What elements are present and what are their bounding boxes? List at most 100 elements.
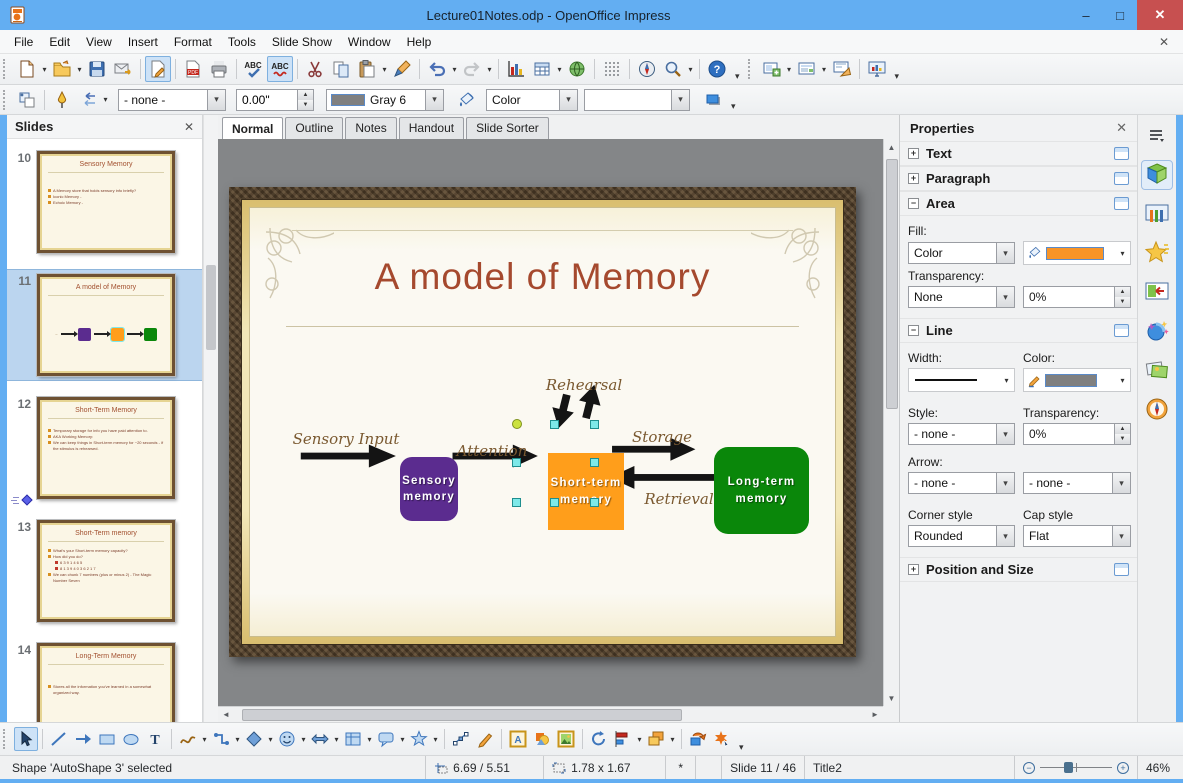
zoom-slider-thumb[interactable] [1064,762,1073,773]
open-icon[interactable] [49,56,75,82]
alignment-dropdown-icon[interactable]: ▾ [635,735,644,744]
vertical-scrollbar[interactable]: ▲ ▼ [883,139,899,706]
fill-paint-can-icon[interactable] [454,87,480,113]
fill-color-select[interactable]: ▾ [584,88,690,111]
minimize-icon[interactable]: – [1069,0,1103,30]
flowchart-icon[interactable] [341,727,365,751]
rotate-icon[interactable] [587,727,611,751]
print-icon[interactable] [206,56,232,82]
tab-outline[interactable]: Outline [285,117,344,139]
sidebar-slide-transition-icon[interactable] [1141,277,1173,307]
chevron-down-icon[interactable]: ▾ [996,526,1014,546]
toolbar-grip[interactable] [3,59,10,79]
line-transparency-spinner[interactable]: 0% ▲ ▼ [1023,423,1131,445]
alignment-icon[interactable] [611,727,635,751]
zoom-icon[interactable] [660,56,686,82]
curve-tool-icon[interactable] [176,727,200,751]
table-icon[interactable] [529,56,555,82]
slide-thumbnail-11-selected[interactable]: 11 A model of Memory ─ [7,269,202,381]
collapse-icon[interactable]: − [908,325,919,336]
fontwork-icon[interactable]: A [506,727,530,751]
dialog-launcher-icon[interactable] [1114,147,1129,160]
close-icon[interactable]: ✕ [1137,0,1183,30]
line-style-select[interactable]: - none - ▾ [908,423,1015,445]
slide-thumbnail-10[interactable]: 10 Sensory Memory A Memory store that ho… [7,147,202,257]
dialog-launcher-icon[interactable] [1114,563,1129,576]
shadow-icon[interactable] [700,87,726,113]
auto-spellcheck-icon[interactable]: ABC [267,56,293,82]
label-retrieval[interactable]: Retrieval [634,490,724,508]
document-close-icon[interactable]: ✕ [1151,35,1177,49]
fill-type-select[interactable]: Color ▾ [908,242,1015,264]
toolbar-grip[interactable] [3,729,10,749]
scrollbar-thumb[interactable] [242,708,682,721]
selection-handle[interactable] [590,420,599,429]
slide-thumbnail-13[interactable]: 13 Short-Term memory What's your Short-t… [7,516,202,626]
cut-icon[interactable] [302,56,328,82]
line-color-dropdown[interactable]: ▾ [1023,368,1131,392]
slides-scrollbar[interactable] [203,115,218,722]
menu-view[interactable]: View [78,32,120,52]
help-icon[interactable]: ? [704,56,730,82]
display-grid-icon[interactable] [599,56,625,82]
animation-effect-icon[interactable] [710,727,734,751]
menu-slideshow[interactable]: Slide Show [264,32,340,52]
select-tool-icon[interactable] [14,727,38,751]
expand-icon[interactable]: + [908,564,919,575]
arrow-end-select[interactable]: - none - ▾ [1023,472,1131,494]
arrange-icon[interactable] [644,727,668,751]
scroll-down-icon[interactable]: ▼ [884,690,900,706]
status-zoom-value[interactable]: 46% [1137,756,1183,779]
line-icon[interactable] [49,87,75,113]
scroll-left-icon[interactable]: ◄ [218,707,234,723]
save-icon[interactable] [84,56,110,82]
sidebar-master-pages-icon[interactable] [1141,199,1173,229]
fill-type-select[interactable]: Color ▾ [486,88,578,111]
line-color-select[interactable]: Gray 6 ▾ [326,88,444,111]
rectangle-tool-icon[interactable] [95,727,119,751]
sidebar-animation-effects-icon[interactable] [1141,316,1173,346]
chevron-down-icon[interactable]: ▾ [1118,376,1127,385]
open-dropdown-icon[interactable]: ▾ [75,65,84,74]
chevron-down-icon[interactable]: ▾ [207,89,225,110]
menu-insert[interactable]: Insert [120,32,166,52]
menu-format[interactable]: Format [166,32,220,52]
zoom-in-icon[interactable]: + [1117,761,1129,774]
chart-icon[interactable] [503,56,529,82]
email-icon[interactable] [110,56,136,82]
label-sensory-input[interactable]: Sensory Input [276,430,416,448]
line-tool-icon[interactable] [47,727,71,751]
hyperlink-icon[interactable] [564,56,590,82]
undo-dropdown-icon[interactable]: ▾ [450,65,459,74]
text-tool-icon[interactable]: T [143,727,167,751]
sidebar-menu-icon[interactable] [1141,121,1173,151]
paste-icon[interactable] [354,56,380,82]
stars-icon[interactable] [407,727,431,751]
slide-thumbnail-12[interactable]: 12 Short-Term Memory Temporary storage f… [7,393,202,506]
slide-workspace[interactable]: A model of Memory Sensory Input Attentio… [218,139,883,706]
slide-layout-icon[interactable] [794,56,820,82]
table-dropdown-icon[interactable]: ▾ [555,65,564,74]
chevron-down-icon[interactable]: ▾ [425,89,443,110]
selection-handle-rotate[interactable] [512,419,522,429]
toolbar-overflow-icon[interactable]: ▾ [726,101,741,112]
chevron-down-icon[interactable]: ▾ [996,243,1014,263]
expand-icon[interactable]: + [908,148,919,159]
insert-picture-icon[interactable] [554,727,578,751]
chevron-down-icon[interactable]: ▾ [996,287,1014,307]
toolbar-grip[interactable] [3,89,10,110]
selection-handle[interactable] [512,458,521,467]
arrow-tool-icon[interactable] [71,727,95,751]
arrange-dropdown-icon[interactable]: ▾ [668,735,677,744]
section-line[interactable]: − Line [900,318,1137,343]
menu-tools[interactable]: Tools [220,32,264,52]
section-text[interactable]: + Text [900,141,1137,166]
toolbar-overflow-icon[interactable]: ▾ [730,71,745,82]
sidebar-properties-icon[interactable] [1141,160,1173,190]
label-attention[interactable]: Attention [442,442,542,460]
tab-handout[interactable]: Handout [398,117,465,139]
chevron-down-icon[interactable]: ▾ [996,424,1014,444]
slide-design-icon[interactable] [829,56,855,82]
dialog-launcher-icon[interactable] [1114,197,1129,210]
zoom-dropdown-icon[interactable]: ▾ [686,65,695,74]
